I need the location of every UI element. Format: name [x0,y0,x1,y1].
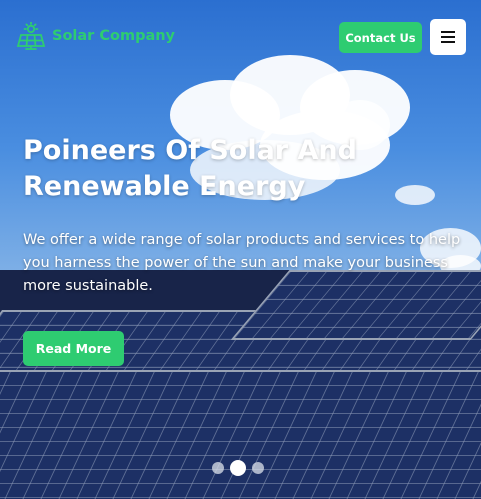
solar-panel-icon [16,22,46,50]
carousel-indicators [212,460,264,476]
carousel-dot[interactable] [252,462,264,474]
hero-description: We offer a wide range of solar products … [23,232,461,294]
carousel-dot[interactable] [212,462,224,474]
hero-headline: Poineers Of Solar And Renewable Energy [23,135,357,202]
brand-logo[interactable]: Solar Company [16,22,175,50]
read-more-button[interactable]: Read More [23,331,124,366]
hamburger-menu-icon[interactable] [430,19,466,55]
hero-banner: Solar Company Contact Us Poineers Of Sol… [0,0,481,499]
contact-us-button[interactable]: Contact Us [339,22,422,53]
site-header: Solar Company Contact Us [0,0,481,75]
brand-name: Solar Company [52,28,176,44]
carousel-dot-active[interactable] [230,460,246,476]
